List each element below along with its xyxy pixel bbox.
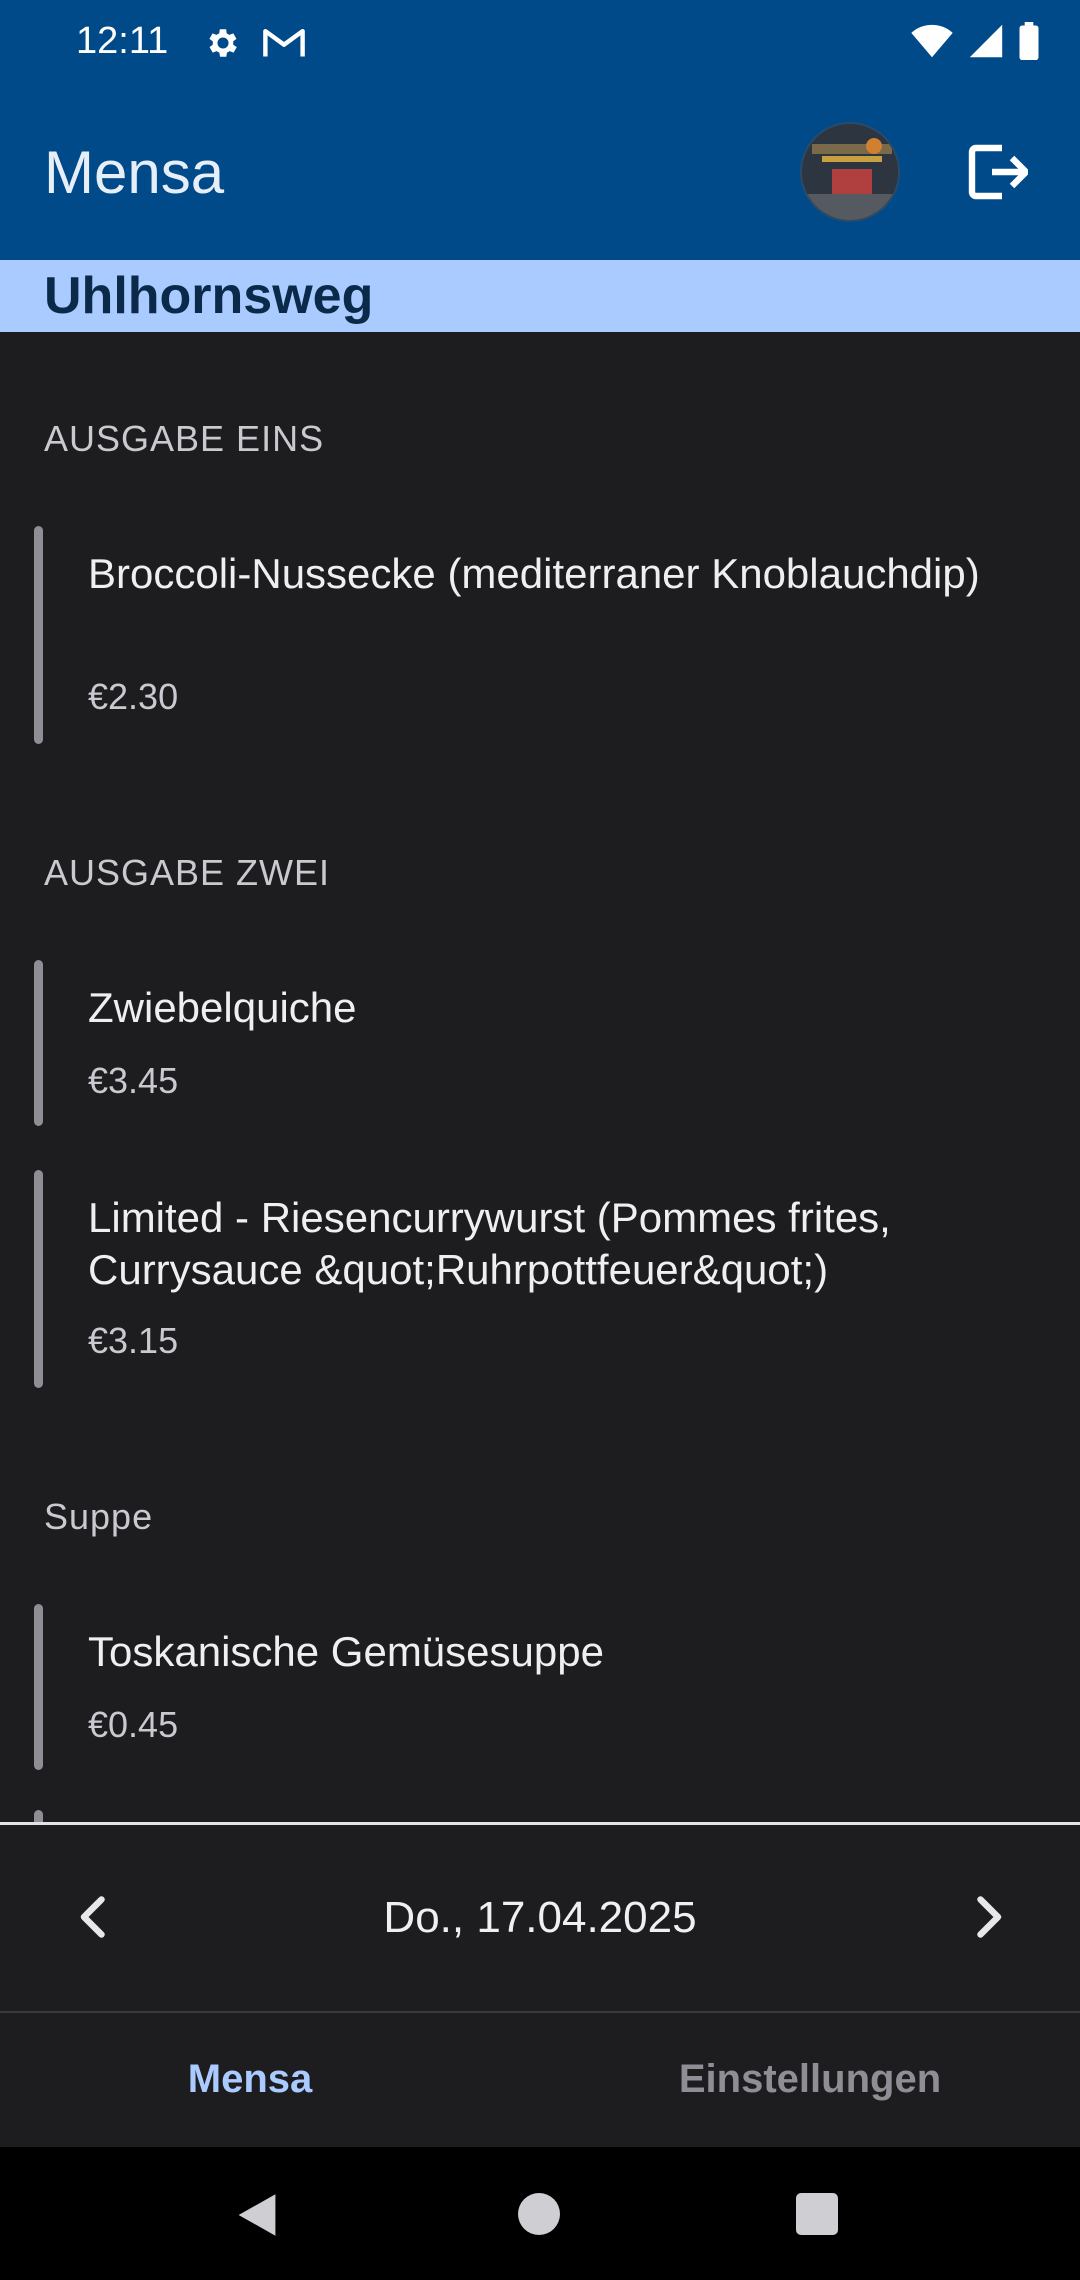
meal-name: Zwiebelquiche: [88, 984, 357, 1031]
status-icons: [910, 22, 1040, 60]
chevron-right-icon[interactable]: [958, 1887, 1018, 1947]
back-icon[interactable]: [234, 2191, 280, 2239]
meal-name: Toskanische Gemüsesuppe: [88, 1628, 604, 1675]
meal-accent-bar: [34, 1170, 43, 1388]
tab-einstellungen[interactable]: Einstellungen: [540, 2057, 1080, 2102]
location-bar: Uhlhornsweg: [0, 260, 1080, 332]
avatar-image: [802, 124, 898, 220]
current-date[interactable]: Do., 17.04.2025: [0, 1893, 1080, 1943]
section-title: Suppe: [44, 1496, 154, 1537]
location-name: Uhlhornsweg: [44, 267, 374, 325]
tab-mensa[interactable]: Mensa: [0, 2057, 520, 2102]
meal-name: Broccoli-Nussecke (mediterraner Knoblauc…: [88, 550, 980, 597]
status-bar: 12:11: [0, 0, 1080, 88]
meal-price: €3.15: [88, 1320, 179, 1361]
wifi-icon: [911, 24, 953, 58]
meal-card[interactable]: Zwiebelquiche €3.45: [34, 960, 1044, 1126]
bottom-navigation: Mensa Einstellungen: [0, 2013, 1080, 2147]
meal-name: Limited - Riesencurrywurst (Pommes frite…: [88, 1194, 891, 1293]
meal-card[interactable]: Broccoli-Nussecke (mediterraner Knoblauc…: [34, 526, 1044, 744]
meal-accent-bar: [34, 960, 43, 1126]
user-avatar[interactable]: [800, 122, 900, 222]
meal-card-partial[interactable]: [34, 1810, 1044, 1822]
section-title: AUSGABE EINS: [44, 418, 325, 459]
meal-price: €2.30: [88, 676, 179, 717]
recents-icon[interactable]: [796, 2193, 838, 2235]
meal-accent-bar: [34, 1810, 43, 1822]
page-title: Mensa: [44, 139, 225, 206]
signal-icon: [969, 24, 1003, 58]
status-time: 12:11: [76, 20, 169, 62]
meal-card[interactable]: Limited - Riesencurrywurst (Pommes frite…: [34, 1170, 1044, 1388]
date-navigation: Do., 17.04.2025: [0, 1825, 1080, 2011]
meal-price: €0.45: [88, 1704, 179, 1745]
meal-accent-bar: [34, 1604, 43, 1770]
app-bar: Mensa: [0, 88, 1080, 260]
system-navigation-bar: [0, 2147, 1080, 2280]
section-title: AUSGABE ZWEI: [44, 852, 331, 893]
logout-icon[interactable]: [968, 140, 1028, 204]
battery-icon: [1019, 22, 1039, 60]
home-icon[interactable]: [518, 2193, 560, 2235]
menu-list[interactable]: AUSGABE EINS Broccoli-Nussecke (mediterr…: [0, 332, 1080, 1822]
meal-price: €3.45: [88, 1060, 179, 1101]
gmail-icon: [263, 28, 305, 57]
gear-icon: [209, 29, 237, 57]
meal-accent-bar: [34, 526, 43, 744]
meal-card[interactable]: Toskanische Gemüsesuppe €0.45: [34, 1604, 1044, 1770]
